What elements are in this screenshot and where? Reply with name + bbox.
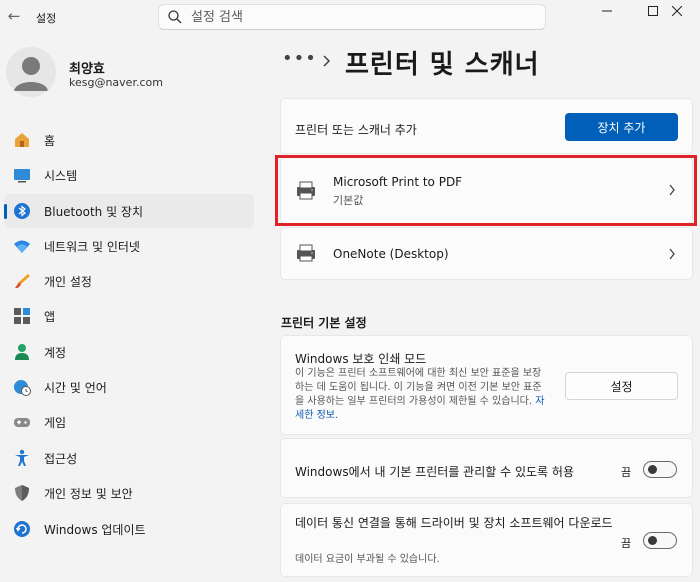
- search-input[interactable]: [191, 8, 531, 26]
- chevron-right-icon: [669, 248, 675, 260]
- protected-print-setup-button[interactable]: 설정: [565, 372, 678, 400]
- protected-print-title: Windows 보호 인쇄 모드: [295, 352, 427, 366]
- avatar[interactable]: [6, 47, 56, 97]
- manage-default-printer-card: Windows에서 내 기본 프린터를 관리할 수 있도록 허용 끔: [280, 438, 693, 498]
- sidebar-item-label: 앱: [44, 310, 56, 324]
- minimize-icon: [602, 10, 612, 12]
- toggle-knob: [648, 465, 657, 474]
- printer-name: OneNote (Desktop): [333, 247, 449, 261]
- sidebar-item-windows-update[interactable]: Windows 업데이트: [4, 512, 254, 546]
- add-device-card: 프린터 또는 스캐너 추가 장치 추가: [280, 98, 693, 154]
- manage-default-printer-toggle[interactable]: [643, 461, 677, 478]
- close-icon: [672, 6, 682, 16]
- sidebar-item-network[interactable]: 네트워크 및 인터넷: [4, 229, 254, 263]
- sidebar-item-system[interactable]: 시스템: [4, 158, 254, 192]
- minimize-button[interactable]: [584, 0, 630, 22]
- selection-indicator: [4, 204, 7, 219]
- sidebar-item-home[interactable]: 홈: [4, 123, 254, 157]
- brush-icon: [15, 274, 30, 289]
- page-title: 프린터 및 스캐너: [345, 50, 540, 80]
- user-avatar-icon: [14, 57, 48, 91]
- sidebar-item-time-language[interactable]: 시간 및 언어: [4, 370, 254, 404]
- shield-icon: [15, 485, 29, 501]
- account-icon: [15, 344, 29, 360]
- sidebar-item-label: 시스템: [44, 169, 78, 183]
- apps-icon: [14, 308, 30, 324]
- search-box[interactable]: [158, 4, 546, 30]
- printer-row-onenote[interactable]: OneNote (Desktop): [280, 227, 693, 280]
- sidebar-item-label: 개인 정보 및 보안: [44, 487, 133, 501]
- metered-download-card: 데이터 통신 연결을 통해 드라이버 및 장치 소프트웨어 다운로드 데이터 요…: [280, 503, 693, 577]
- home-icon: [15, 133, 29, 147]
- protected-print-description: 이 기능은 프린터 소프트웨어에 대한 최신 보안 표준을 보장하는 데 도움이…: [295, 368, 545, 421]
- sidebar-item-gaming[interactable]: 게임: [4, 405, 254, 439]
- sidebar-item-label: Windows 업데이트: [44, 523, 146, 537]
- back-button[interactable]: ←: [4, 6, 24, 26]
- breadcrumb-more-button[interactable]: •••: [282, 48, 317, 69]
- add-device-label: 프린터 또는 스캐너 추가: [295, 123, 417, 137]
- sidebar-item-accounts[interactable]: 계정: [4, 335, 254, 369]
- add-device-button[interactable]: 장치 추가: [565, 113, 678, 141]
- globe-clock-icon: [14, 380, 31, 396]
- sidebar-item-accessibility[interactable]: 접근성: [4, 441, 254, 475]
- chevron-right-icon: [323, 55, 331, 67]
- highlight-frame: [275, 155, 697, 226]
- sidebar-item-label: 접근성: [44, 452, 78, 466]
- accessibility-icon: [15, 449, 29, 466]
- update-icon: [14, 521, 30, 537]
- metered-download-label: 데이터 통신 연결을 통해 드라이버 및 장치 소프트웨어 다운로드: [295, 516, 613, 530]
- sidebar-item-label: 네트워크 및 인터넷: [44, 240, 140, 254]
- system-icon: [14, 169, 30, 183]
- sidebar-item-label: 게임: [44, 416, 67, 430]
- user-email: kesg@naver.com: [69, 76, 163, 89]
- sidebar-item-label: Bluetooth 및 장치: [44, 205, 144, 219]
- section-title: 프린터 기본 설정: [281, 316, 367, 330]
- search-icon: [168, 10, 182, 24]
- wifi-icon: [14, 240, 30, 253]
- user-name: 최양효: [69, 62, 105, 77]
- gamepad-icon: [14, 418, 30, 427]
- toggle-state-label: 끔: [621, 466, 632, 479]
- bluetooth-icon: [14, 203, 30, 219]
- protected-print-card: Windows 보호 인쇄 모드 이 기능은 프린터 소프트웨어에 대한 최신 …: [280, 335, 693, 435]
- close-button[interactable]: [654, 0, 700, 22]
- sidebar-item-label: 개인 설정: [44, 275, 92, 289]
- app-title: 설정: [36, 12, 57, 25]
- sidebar-item-bluetooth[interactable]: Bluetooth 및 장치: [4, 194, 254, 228]
- sidebar-item-label: 시간 및 언어: [44, 381, 107, 395]
- toggle-knob: [648, 536, 657, 545]
- sidebar-item-apps[interactable]: 앱: [4, 299, 254, 333]
- metered-download-description: 데이터 요금이 부과될 수 있습니다.: [295, 554, 440, 565]
- sidebar-item-personalization[interactable]: 개인 설정: [4, 264, 254, 298]
- sidebar-item-label: 홈: [44, 134, 56, 148]
- manage-default-printer-label: Windows에서 내 기본 프린터를 관리할 수 있도록 허용: [295, 465, 574, 479]
- printer-icon: [297, 244, 315, 262]
- sidebar-item-privacy-security[interactable]: 개인 정보 및 보안: [4, 476, 254, 510]
- metered-download-toggle[interactable]: [643, 532, 677, 549]
- toggle-state-label: 끔: [621, 537, 632, 550]
- sidebar-item-label: 계정: [44, 346, 67, 360]
